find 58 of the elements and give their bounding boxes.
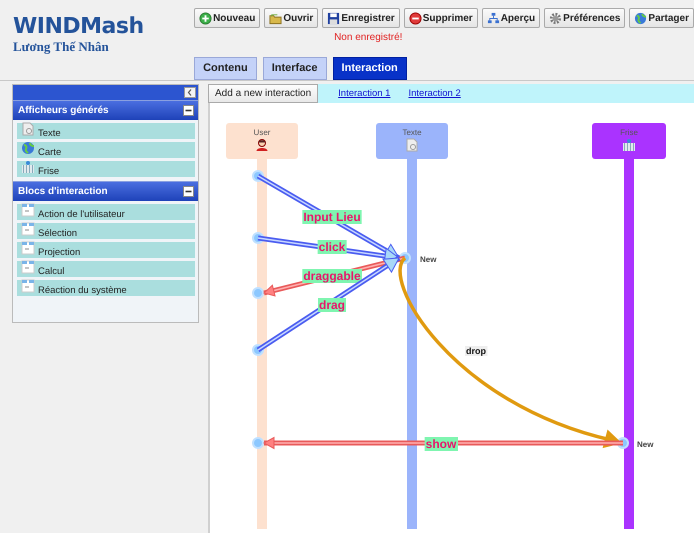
section-title: Blocs d'interaction (18, 186, 108, 197)
block-icon (21, 203, 35, 217)
toolbar-button[interactable]: Préférences (544, 8, 626, 28)
toolbar-button[interactable]: Nouveau (194, 8, 260, 28)
interaction-link[interactable]: Interaction 1 (338, 88, 390, 99)
activation-label: New (420, 255, 436, 264)
document-icon (407, 139, 417, 151)
settings-icon (549, 12, 562, 24)
globe-icon (21, 141, 35, 155)
lifeline-header[interactable] (592, 123, 666, 159)
sidebar-item[interactable]: Texte (17, 123, 195, 139)
lifeline-name: Texte (402, 128, 422, 137)
block-icon (21, 260, 35, 274)
timeline-icon (21, 160, 35, 174)
sidebar-item[interactable]: Carte (17, 142, 195, 158)
tab[interactable]: Interaction (332, 57, 407, 80)
interaction-link[interactable]: Interaction 2 (408, 88, 461, 99)
sidebar-item[interactable]: Réaction du système (17, 280, 195, 296)
toolbar-button[interactable]: Ouvrir (264, 8, 318, 28)
save-status: Non enregistré! (334, 32, 402, 45)
toolbar-button[interactable]: Aperçu (482, 8, 540, 28)
document-icon (21, 122, 35, 136)
block-icon (21, 279, 35, 293)
tab[interactable]: Interface (262, 57, 327, 80)
timeline-icon (623, 139, 635, 151)
sidebar-item[interactable]: Action de l'utilisateur (17, 204, 195, 220)
collapse-icon[interactable] (184, 87, 196, 98)
section-title: Afficheurs générés (18, 105, 109, 116)
block-icon (21, 241, 35, 255)
section-header[interactable]: Afficheurs générés (13, 100, 198, 120)
block-icon (21, 222, 35, 236)
lifeline-name: User (254, 128, 270, 137)
anchor-dot[interactable] (252, 287, 264, 299)
toolbar-button[interactable]: Partager (629, 8, 694, 28)
app-logo: WINDMash (13, 14, 145, 40)
tab[interactable]: Contenu (194, 57, 257, 80)
sidebar-item[interactable]: Calcul (17, 261, 195, 277)
minus-icon (408, 12, 422, 24)
sidebar-item[interactable]: Frise (17, 161, 195, 177)
plus-icon (199, 12, 212, 24)
floppy-icon (327, 12, 340, 24)
sidebar-item[interactable]: Sélection (17, 223, 195, 239)
hierarchy-icon (486, 12, 500, 24)
section-header[interactable]: Blocs d'interaction (13, 181, 198, 201)
activation-label: New (637, 440, 654, 449)
anchor-dot[interactable] (252, 437, 264, 449)
author-name: Lương Thế Nhân (13, 40, 110, 54)
add-interaction-button[interactable]: Add a new interaction (208, 84, 318, 103)
collapse-icon[interactable] (183, 105, 194, 116)
collapse-icon[interactable] (183, 186, 194, 197)
sidebar-item[interactable]: Projection (17, 242, 195, 258)
lifeline-name: Frise (620, 128, 638, 137)
toolbar-button[interactable]: Supprimer (404, 8, 478, 28)
globe-icon (634, 12, 648, 24)
lifeline-header[interactable] (226, 123, 298, 159)
folder-icon (269, 12, 282, 24)
person-icon (256, 140, 268, 151)
toolbar-button[interactable]: Enregistrer (322, 8, 400, 28)
